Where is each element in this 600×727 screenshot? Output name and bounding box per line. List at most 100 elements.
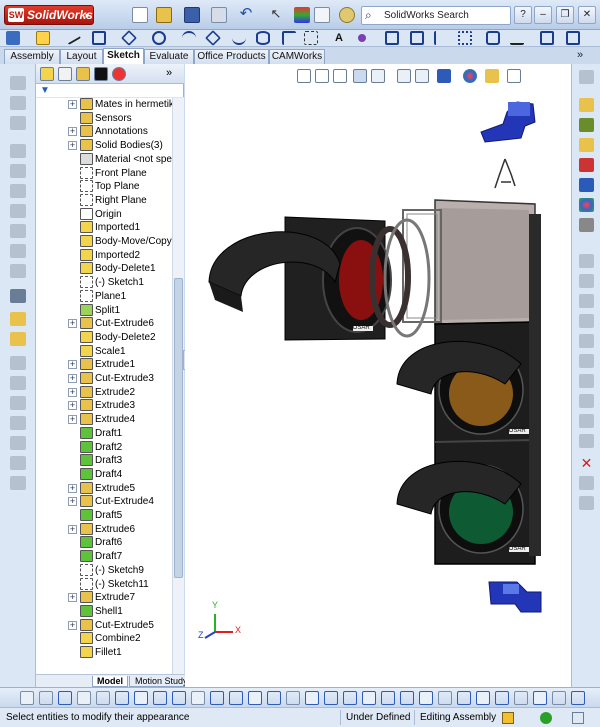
rebuild-status-icon[interactable] [502,712,514,724]
expand-toggle-icon[interactable]: + [68,374,77,383]
search-results-icon[interactable] [579,158,594,172]
tree-item[interactable]: Imported2 [36,248,172,262]
task-pane-icon[interactable] [579,70,594,84]
tree-item[interactable]: Plane1 [36,289,172,303]
tree-item[interactable]: + Mates in hermetik l [36,98,172,111]
selection-filter-icon[interactable] [210,691,224,705]
selection-filter-icon[interactable] [495,691,509,705]
tree-item[interactable]: Draft1 [36,426,172,440]
spline-icon[interactable] [232,31,246,45]
linear-pattern-icon[interactable] [458,31,472,45]
tree-item[interactable]: Top Plane [36,180,172,193]
tree-item[interactable]: Scale1 [36,344,172,358]
undo-icon[interactable]: ↶ [238,6,254,23]
polygon-icon[interactable] [205,30,221,46]
selection-filter-icon[interactable] [191,691,205,705]
expand-toggle-icon[interactable]: + [68,415,77,425]
tab-model[interactable]: Model [92,676,128,687]
tool-icon[interactable] [10,144,26,158]
tool-icon[interactable] [10,76,26,90]
point-icon[interactable] [358,34,366,42]
tabs-overflow-icon[interactable]: » [577,49,583,61]
custom-properties-icon[interactable] [579,218,594,232]
tree-item[interactable]: + Extrude3 [36,399,172,412]
rectangle-icon[interactable] [92,31,106,45]
expand-toggle-icon[interactable]: + [68,100,77,109]
tool-icon[interactable] [579,274,594,288]
tool-icon[interactable] [579,254,594,268]
panel-overflow-icon[interactable]: » [166,67,172,79]
restore-button[interactable]: ❐ [556,6,574,24]
move-entities-icon[interactable] [486,31,500,45]
tool-icon[interactable] [10,396,26,410]
tool-icon[interactable] [10,416,26,430]
tree-item[interactable]: Draft6 [36,536,172,549]
sketch-icon[interactable] [6,31,20,45]
tool-icon[interactable] [10,289,26,303]
options-gear-icon[interactable] [339,7,355,23]
selection-filter-icon[interactable] [172,691,186,705]
tab-assembly[interactable]: Assembly [4,49,60,64]
tool-icon[interactable] [10,96,26,110]
tree-item[interactable]: + Extrude7 [36,591,172,604]
new-document-icon[interactable] [132,7,148,23]
tree-item[interactable]: + Cut-Extrude5 [36,618,172,632]
tree-item[interactable]: Sensors [36,111,172,125]
tab-camworks[interactable]: CAMWorks [269,49,325,64]
mirror-entities-icon[interactable] [434,31,448,45]
selection-filter-icon[interactable] [286,691,300,705]
arc-icon[interactable] [182,31,196,45]
close-button[interactable]: ✕ [578,6,596,24]
offset-entities-icon[interactable] [410,31,424,45]
tool-icon[interactable] [10,312,26,326]
selection-filter-icon[interactable] [248,691,262,705]
view-palette-icon[interactable] [579,178,594,192]
tab-evaluate[interactable]: Evaluate [144,49,194,64]
selection-filter-icon[interactable] [533,691,547,705]
selection-filter-icon[interactable] [115,691,129,705]
tool-icon[interactable] [579,294,594,308]
selection-filter-icon[interactable] [362,691,376,705]
selection-filter-icon[interactable] [324,691,338,705]
selection-filter-icon[interactable] [514,691,528,705]
expand-toggle-icon[interactable]: + [68,319,77,329]
expand-toggle-icon[interactable]: + [68,401,77,411]
help-icon[interactable]: ? [514,6,532,24]
solidworks-menu-button[interactable]: SW SolidWorks ▸ [4,5,94,25]
save-icon[interactable] [184,7,200,23]
tree-scrollbar-thumb[interactable] [174,278,183,578]
expand-toggle-icon[interactable]: + [68,127,77,137]
tree-item[interactable]: Origin [36,207,172,221]
tree-item[interactable]: Fillet1 [36,646,172,659]
tool-icon[interactable] [579,434,594,448]
tree-item[interactable]: + Annotations [36,125,172,138]
tool-icon[interactable] [579,314,594,328]
tree-item[interactable]: + Extrude5 [36,481,172,495]
tool-icon[interactable] [579,394,594,408]
configuration-manager-tab-icon[interactable] [76,67,90,81]
selection-filter-icon[interactable] [134,691,148,705]
tree-item[interactable]: + Cut-Extrude3 [36,372,172,385]
tool-icon[interactable] [579,496,594,510]
tool-icon[interactable] [10,332,26,346]
camworks-tab-icon[interactable] [94,67,108,81]
tab-layout[interactable]: Layout [60,49,103,64]
text-icon[interactable]: A [332,31,346,45]
tool-icon[interactable] [579,414,594,428]
repair-sketch-icon[interactable] [540,31,554,45]
tool-icon[interactable] [579,334,594,348]
selection-filter-icon[interactable] [457,691,471,705]
selection-filter-icon[interactable] [20,691,34,705]
tree-item[interactable]: Imported1 [36,221,172,234]
tree-item[interactable]: Draft5 [36,509,172,522]
file-explorer-icon[interactable] [579,138,594,152]
tool-icon[interactable] [579,476,594,490]
circle-icon[interactable] [152,31,166,45]
expand-toggle-icon[interactable]: + [68,593,77,603]
tree-item[interactable]: (-) Sketch11 [36,577,172,591]
tool-icon[interactable] [10,476,26,490]
tree-item[interactable]: Draft7 [36,550,172,563]
selection-filter-icon[interactable] [77,691,91,705]
tree-item[interactable]: + Solid Bodies(3) [36,139,172,152]
design-library-icon[interactable] [579,118,594,132]
